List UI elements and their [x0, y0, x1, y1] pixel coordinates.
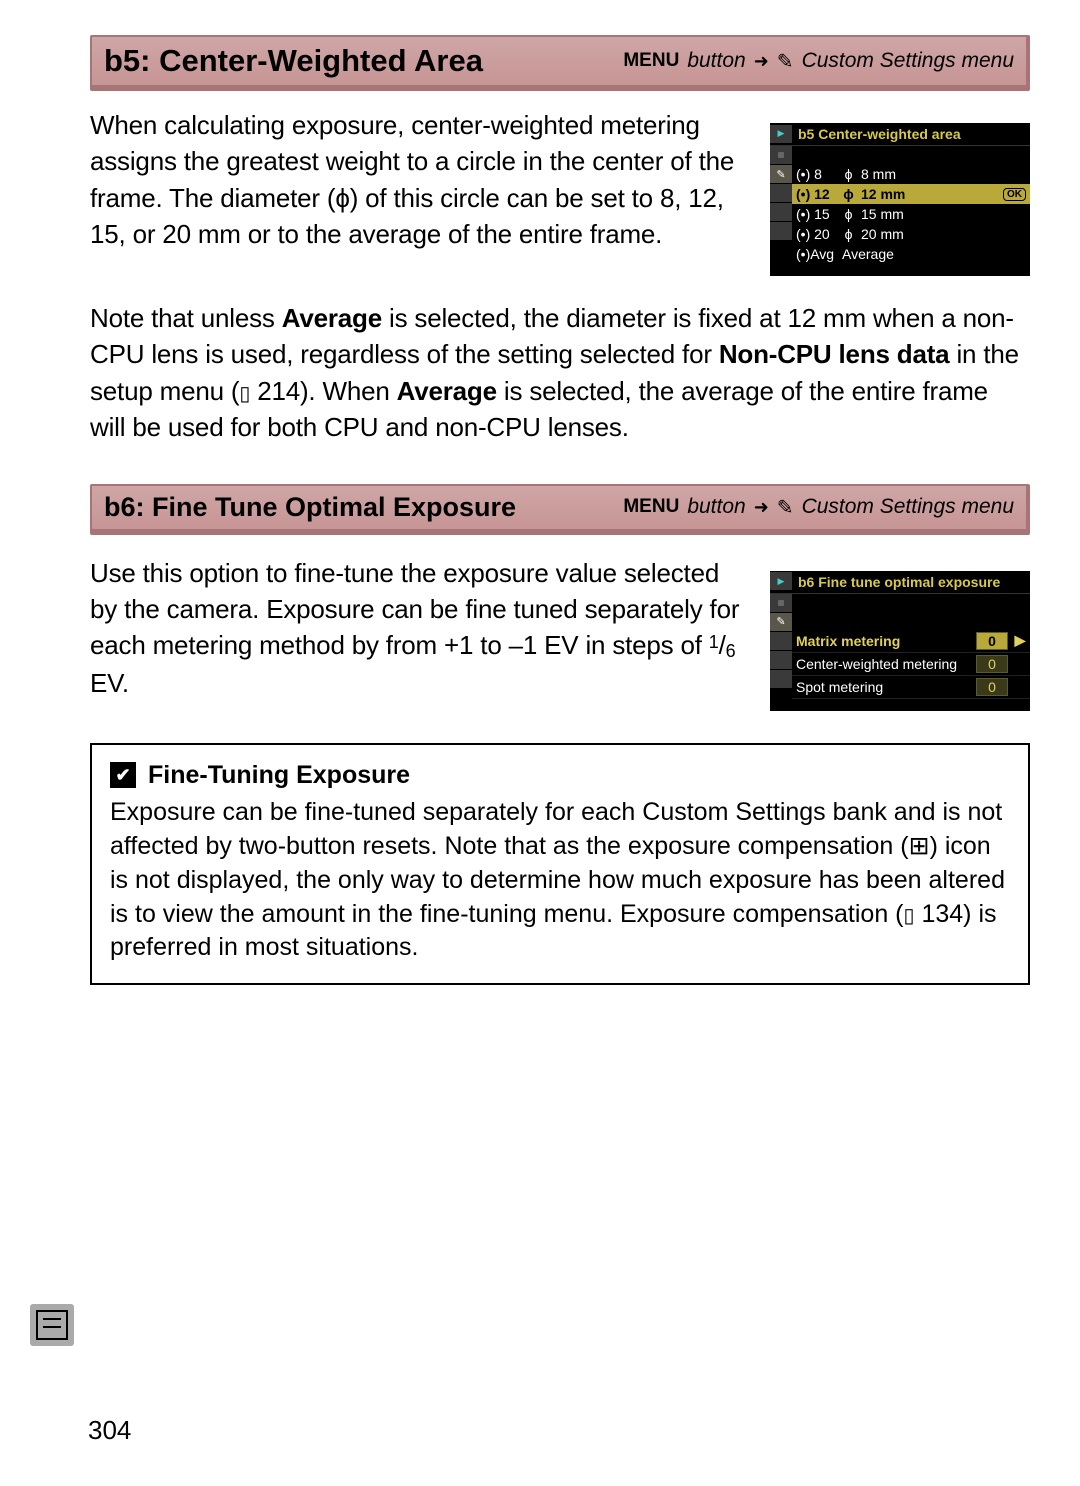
lcd-row: (•)Avg Average [792, 244, 1030, 264]
pencil-icon: ✎ [777, 49, 794, 74]
section-b6-title: b6: Fine Tune Optimal Exposure [104, 492, 516, 523]
trail-menu-label: MENU [623, 496, 679, 518]
section-b6-header: b6: Fine Tune Optimal Exposure MENU butt… [90, 484, 1030, 535]
page-tab-icon [30, 1304, 74, 1346]
pencil-icon: ✎ [777, 495, 794, 520]
arrow-icon: ➜ [754, 51, 769, 72]
lcd-tab-icon [770, 203, 792, 222]
ok-icon: OK [1003, 188, 1026, 201]
lcd-tab-icon [770, 222, 792, 241]
lcd-tab-pencil-icon [770, 613, 792, 632]
lcd-b5-title: b5 Center-weighted area [792, 123, 1030, 145]
info-box-fine-tuning: ✔ Fine-Tuning Exposure Exposure can be f… [90, 743, 1030, 986]
b6-content-wrap: b6 Fine tune optimal exposure Matrix met… [90, 555, 1030, 719]
page-number: 304 [88, 1415, 131, 1446]
exposure-comp-icon: ⊞ [909, 832, 930, 860]
lcd-row: Spot metering 0 [792, 676, 1030, 699]
lcd-b5: b5 Center-weighted area (•) 8 ϕ 8 mm [770, 123, 1030, 276]
lcd-tab-icon [770, 670, 792, 689]
lcd-b6-title: b6 Fine tune optimal exposure [792, 571, 1030, 593]
lcd-row: Center-weighted metering 0 [792, 653, 1030, 676]
check-icon: ✔ [110, 762, 136, 788]
book-icon: ▯ [904, 905, 915, 927]
lcd-row-selected: (•) 12 ϕ 12 mm OK [792, 184, 1030, 204]
trail-menu-label: MENU [623, 50, 679, 72]
lcd-tab-icon [770, 572, 792, 591]
section-b5-trail: MENU button ➜ ✎ Custom Settings menu [623, 49, 1014, 74]
section-b5-title: b5: Center-Weighted Area [104, 43, 483, 79]
arrow-icon: ➜ [754, 497, 769, 518]
section-b5-header: b5: Center-Weighted Area MENU button ➜ ✎… [90, 35, 1030, 91]
book-icon: ▯ [239, 383, 250, 405]
trail-csm-label: Custom Settings menu [802, 49, 1014, 73]
lcd-row: (•) 8 ϕ 8 mm [792, 164, 1030, 184]
lcd-b6: b6 Fine tune optimal exposure Matrix met… [770, 571, 1030, 711]
lcd-row-selected: Matrix metering 0 ▶ [792, 630, 1030, 653]
b5-content-wrap: b5 Center-weighted area (•) 8 ϕ 8 mm [90, 107, 1030, 446]
trail-csm-label: Custom Settings menu [802, 495, 1014, 519]
lcd-tab-icon [770, 125, 792, 144]
lcd-tab-icon [770, 632, 792, 651]
lcd-b5-list: (•) 8 ϕ 8 mm (•) 12 ϕ 12 mm OK (•) 15 ϕ … [792, 146, 1030, 264]
trail-button-label: button [687, 49, 745, 73]
section-b6-trail: MENU button ➜ ✎ Custom Settings menu [623, 495, 1014, 520]
info-box-title: Fine-Tuning Exposure [148, 759, 410, 793]
trail-button-label: button [687, 495, 745, 519]
lcd-b6-list: Matrix metering 0 ▶ Center-weighted mete… [792, 594, 1030, 699]
b5-paragraph-2: Note that unless Average is selected, th… [90, 300, 1030, 446]
chevron-right-icon: ▶ [1014, 632, 1026, 649]
lcd-tab-icon [770, 146, 792, 165]
lcd-row: (•) 20 ϕ 20 mm [792, 224, 1030, 244]
lcd-tab-pencil-icon [770, 165, 792, 184]
lcd-row: (•) 15 ϕ 15 mm [792, 204, 1030, 224]
lcd-tab-icon [770, 184, 792, 203]
lcd-tab-icon [770, 594, 792, 613]
lcd-tab-icon [770, 651, 792, 670]
